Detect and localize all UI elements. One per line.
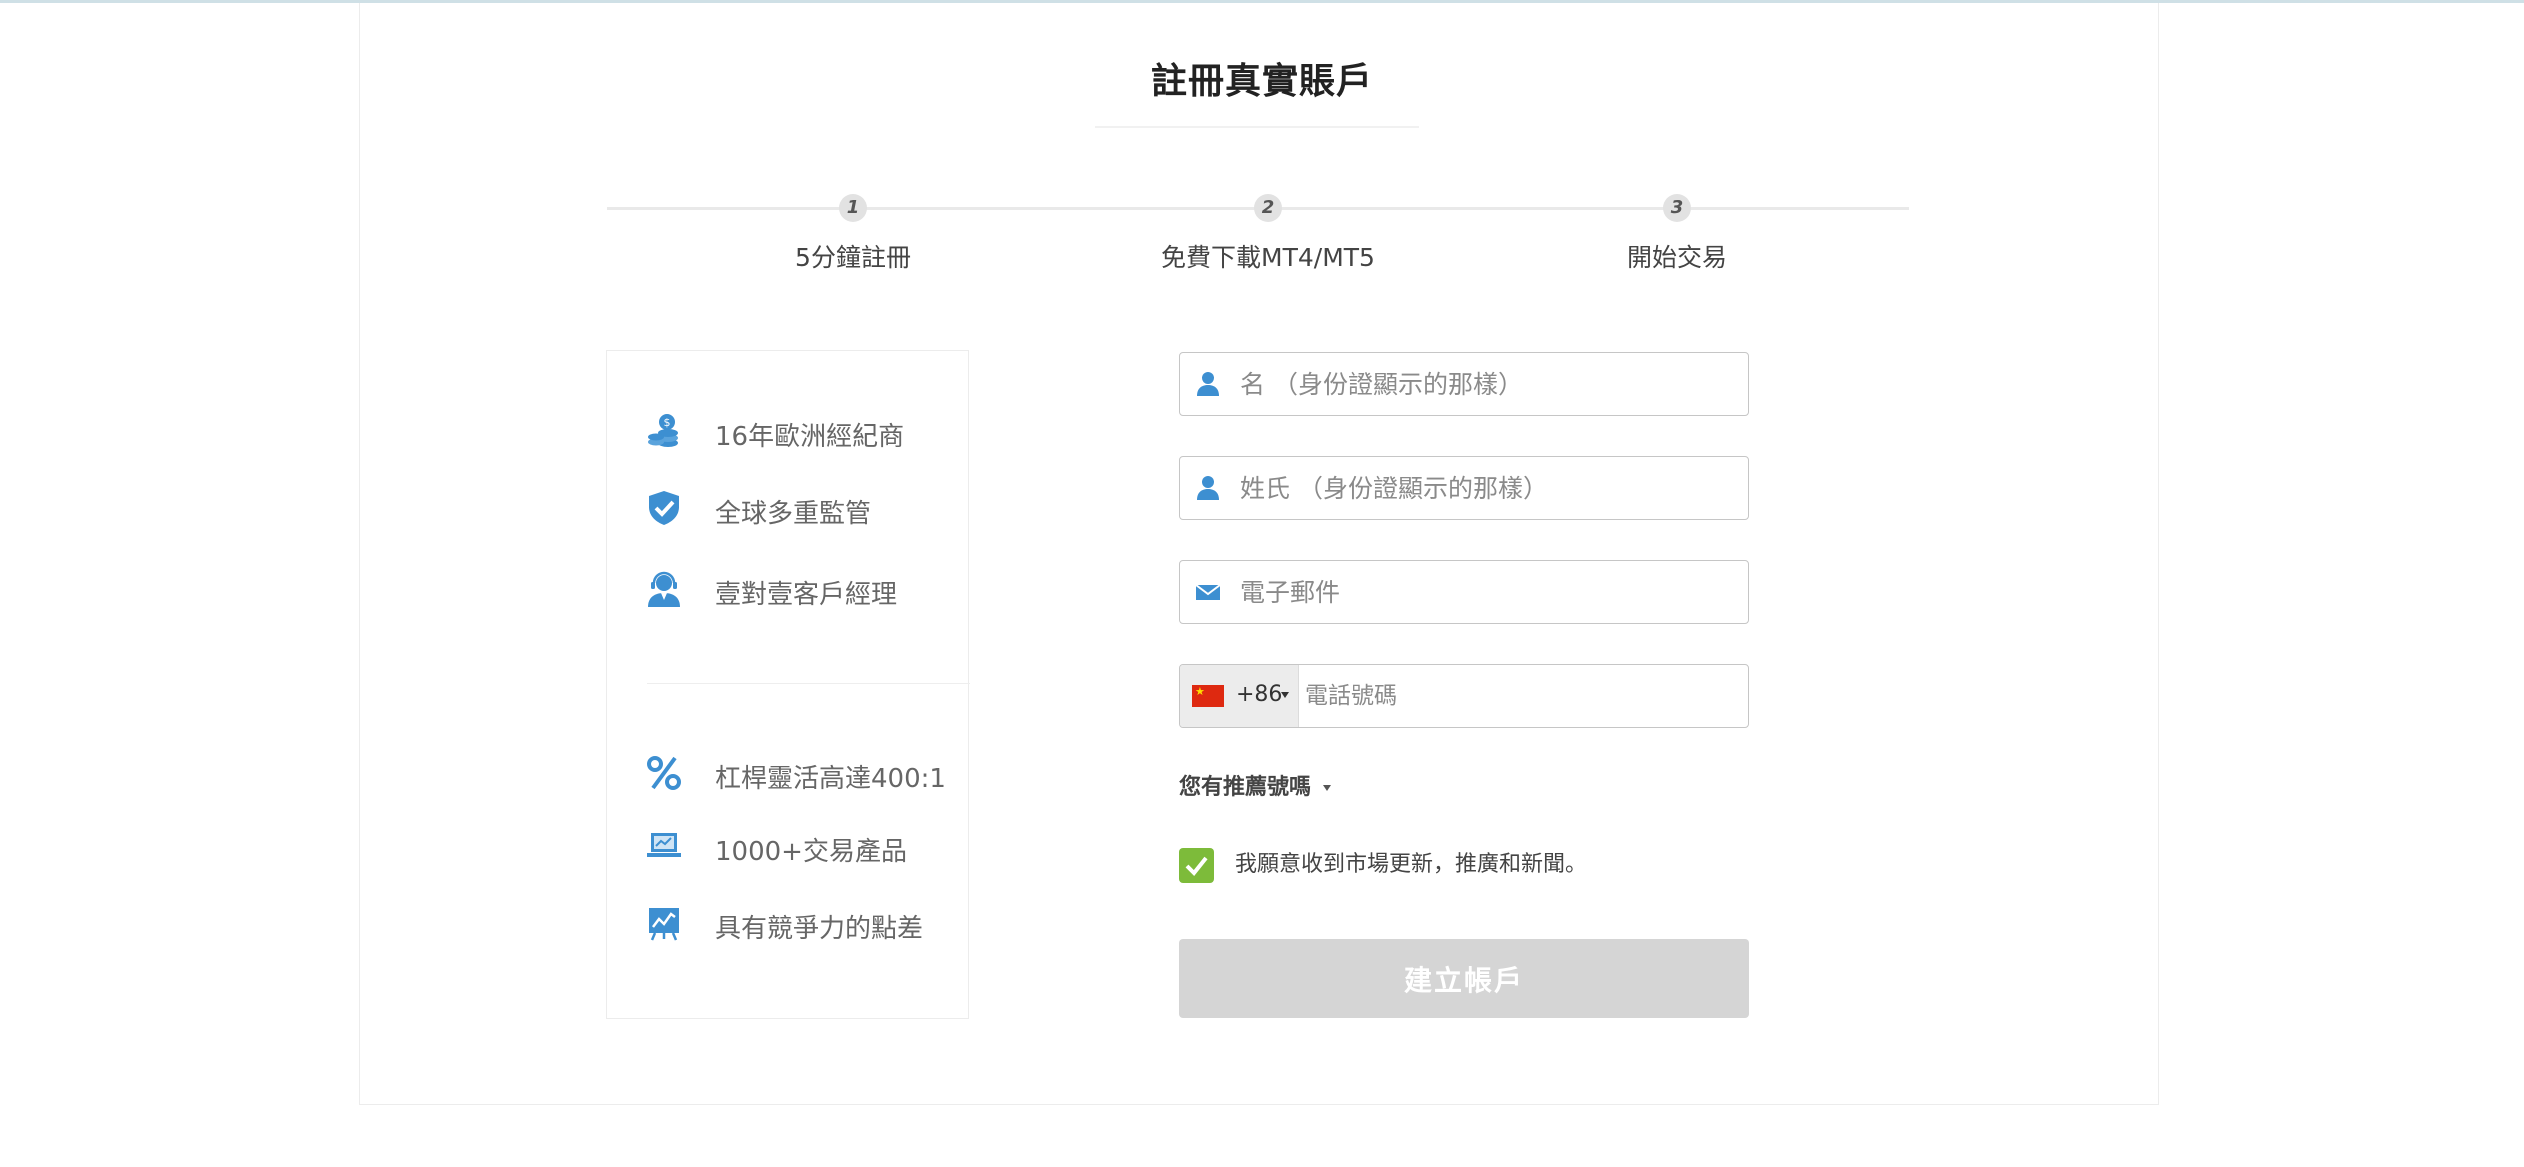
- referral-label: 您有推薦號嗎: [1179, 775, 1312, 800]
- caret-down-icon: [1323, 785, 1332, 791]
- chart-board-icon: [649, 908, 679, 941]
- title-underline: [1095, 126, 1419, 128]
- headset-agent-icon: [648, 571, 680, 607]
- last-name-field[interactable]: [1179, 456, 1749, 520]
- phone-input[interactable]: [1305, 665, 1745, 727]
- feature-label: 壹對壹客戶經理: [715, 580, 898, 610]
- shield-check-icon: [649, 491, 679, 525]
- feature-item: 全球多重監管: [607, 483, 970, 533]
- envelope-icon: [1195, 584, 1221, 600]
- feature-label: 1000+交易產品: [715, 837, 907, 867]
- create-account-button[interactable]: 建立帳戶: [1179, 939, 1749, 1018]
- feature-label: 杠桿靈活高達400:1: [715, 764, 946, 794]
- svg-text:$: $: [664, 416, 671, 429]
- marketing-consent-label: 我願意收到市場更新，推廣和新聞。: [1235, 852, 1588, 877]
- percent-icon: [647, 756, 681, 790]
- feature-item: 杠桿靈活高達400:1: [607, 748, 970, 798]
- country-code-selector[interactable]: ★ +86: [1180, 665, 1299, 727]
- laptop-chart-icon: [647, 833, 681, 857]
- checkmark-icon: [1185, 856, 1208, 876]
- step-2-badge: 2: [1254, 194, 1282, 222]
- first-name-input[interactable]: [1240, 353, 1740, 415]
- dial-code: +86: [1236, 682, 1283, 707]
- marketing-consent-checkbox[interactable]: [1179, 848, 1214, 883]
- feature-label: 具有競爭力的點差: [715, 914, 924, 944]
- phone-field[interactable]: ★ +86: [1179, 664, 1749, 728]
- user-icon: [1197, 372, 1219, 396]
- features-panel: $ 16年歐洲經紀商 全球多重監管 壹對壹客戶經理 杠桿靈活高達400:1 10…: [606, 350, 970, 1019]
- step-1-badge: 1: [839, 194, 867, 222]
- coins-icon: $: [648, 414, 678, 447]
- email-field[interactable]: [1179, 560, 1749, 624]
- step-3-badge: 3: [1663, 194, 1691, 222]
- first-name-field[interactable]: [1179, 352, 1749, 416]
- feature-item: 具有競爭力的點差: [607, 898, 970, 948]
- feature-item: 壹對壹客戶經理: [607, 564, 970, 614]
- email-input[interactable]: [1240, 561, 1740, 623]
- user-icon: [1197, 476, 1219, 500]
- feature-label: 全球多重監管: [715, 499, 872, 529]
- features-divider: [647, 683, 970, 684]
- feature-item: $ 16年歐洲經紀商: [607, 406, 970, 456]
- china-flag-icon: ★: [1192, 685, 1224, 707]
- flag-star: ★: [1195, 685, 1205, 698]
- referral-code-toggle[interactable]: 您有推薦號嗎: [1179, 769, 1332, 801]
- feature-item: 1000+交易產品: [607, 821, 970, 871]
- last-name-input[interactable]: [1240, 457, 1740, 519]
- caret-down-icon: [1281, 692, 1289, 698]
- page-title: 註冊真實賬戶: [1150, 61, 1373, 102]
- feature-label: 16年歐洲經紀商: [715, 422, 905, 452]
- step-1-label: 5分鐘註冊: [795, 243, 911, 272]
- step-3-label: 開始交易: [1626, 243, 1727, 272]
- step-2-label: 免費下載MT4/MT5: [1161, 243, 1375, 272]
